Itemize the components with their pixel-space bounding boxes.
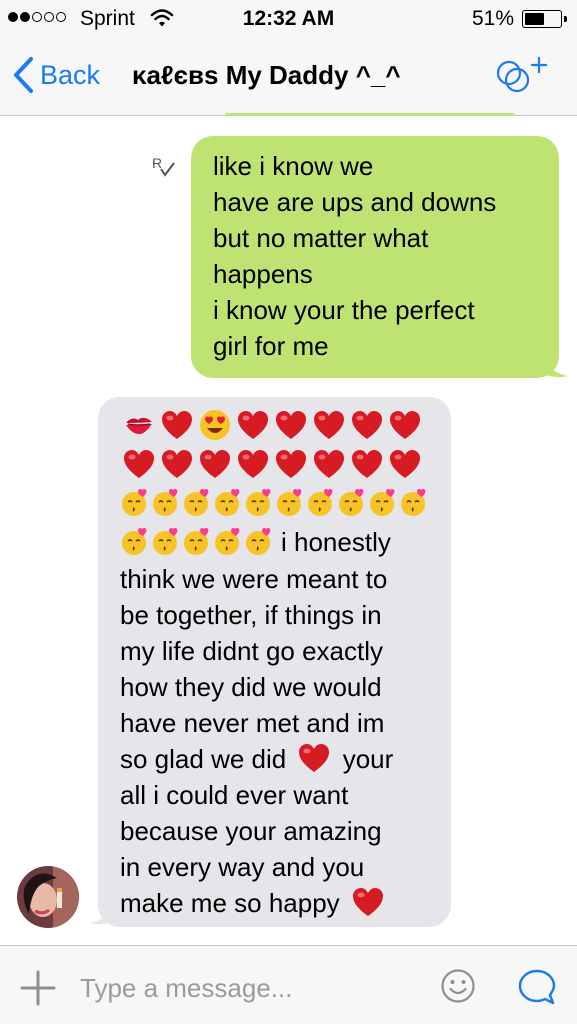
heart-emoji-icon	[299, 744, 330, 773]
message-text-line: but no matter what	[213, 223, 429, 253]
heart-emoji-icon	[348, 405, 386, 444]
heart-emoji-icon	[120, 444, 158, 483]
plus-icon[interactable]	[20, 970, 56, 1006]
kissing-heart-emoji-icon	[244, 522, 275, 561]
message-text-line: think we were meant to	[120, 564, 388, 594]
kissing-heart-emoji-icon	[182, 522, 213, 561]
signal-strength-icon	[8, 12, 66, 22]
message-input[interactable]	[80, 970, 420, 1006]
back-label: Back	[40, 59, 101, 90]
message-input-bar	[0, 945, 577, 1024]
message-text-fragment: make me so happy	[120, 888, 340, 919]
incoming-bubble-tail	[90, 903, 114, 925]
conversation-title: κaℓєвs My Daddy ^_^	[132, 60, 401, 90]
heart-emoji-icon	[272, 405, 310, 444]
read-receipt-icon: R	[152, 155, 175, 177]
contact-avatar[interactable]	[17, 866, 79, 928]
message-text-line: like i know we	[213, 151, 374, 181]
kissing-heart-emoji-icon	[120, 483, 151, 522]
emoji-row	[120, 444, 451, 483]
message-text-line: i honestly	[281, 526, 391, 557]
incoming-message-bubble: i honestly think we were meant to be tog…	[98, 397, 451, 927]
message-text-line: girl for me	[213, 331, 329, 361]
kissing-heart-emoji-icon	[120, 522, 151, 561]
heart-emoji-icon	[272, 444, 310, 483]
chevron-left-icon	[14, 57, 33, 93]
kissing-heart-emoji-icon	[151, 522, 182, 561]
previous-message-edge	[225, 113, 515, 116]
kissing-heart-emoji-icon	[275, 483, 306, 522]
navigation-bar: Back κaℓєвs My Daddy ^_^	[0, 38, 577, 116]
heart-emoji-icon	[386, 444, 424, 483]
battery-percentage: 51%	[472, 7, 515, 30]
message-text-fragment: your	[342, 744, 394, 774]
emoji-row: i honestly	[120, 522, 451, 561]
back-button[interactable]: Back	[12, 56, 100, 94]
battery-icon	[522, 10, 567, 28]
heart-emoji-icon	[158, 444, 196, 483]
message-text-line: i know your the perfect	[213, 295, 475, 325]
kissing-heart-emoji-icon	[368, 483, 399, 522]
send-icon[interactable]	[517, 968, 557, 1006]
heart-emoji-icon	[348, 444, 386, 483]
kissing-heart-emoji-icon	[306, 483, 337, 522]
message-text-line: happens	[213, 259, 313, 289]
carrier-name: Sprint	[80, 7, 135, 30]
heart-emoji-icon	[234, 405, 272, 444]
svg-text:R: R	[152, 155, 162, 171]
emoji-row	[120, 405, 451, 444]
emoji-row	[120, 483, 451, 522]
outgoing-message-bubble: like i know we have are ups and downs bu…	[191, 136, 559, 378]
kissing-heart-emoji-icon	[213, 522, 244, 561]
heart-emoji-icon	[352, 888, 383, 917]
heart-eyes-emoji-icon	[196, 405, 234, 444]
status-bar: Sprint 12:32 AM 51%	[0, 0, 577, 38]
heart-emoji-icon	[234, 444, 272, 483]
heart-emoji-icon	[310, 444, 348, 483]
heart-emoji-icon	[310, 405, 348, 444]
kissing-heart-emoji-icon	[399, 483, 430, 522]
heart-emoji-icon	[196, 444, 234, 483]
message-text-line: so glad we did your	[120, 741, 451, 777]
kissing-heart-emoji-icon	[151, 483, 182, 522]
message-text-line: all i could ever want	[120, 780, 349, 811]
message-text-line: my life didnt go exactly	[120, 636, 384, 666]
kissing-heart-emoji-icon	[337, 483, 368, 522]
heart-emoji-icon	[158, 405, 196, 444]
message-text-line: have are ups and downs	[213, 187, 497, 217]
kissing-heart-emoji-icon	[244, 483, 275, 522]
wifi-icon	[150, 9, 174, 27]
message-text-line: have never met and im	[120, 708, 385, 738]
message-text-line: how they did we would	[120, 672, 382, 702]
message-text-fragment: so glad we did	[120, 744, 287, 774]
kissing-heart-emoji-icon	[213, 483, 244, 522]
message-text-line: be together, if things in	[120, 600, 382, 630]
emoji-icon[interactable]	[440, 968, 476, 1004]
kissing-heart-emoji-icon	[182, 483, 213, 522]
message-text-line: in every way and you	[120, 852, 365, 883]
add-participant-icon[interactable]	[493, 56, 549, 96]
message-text-line: make me so happy	[120, 885, 451, 921]
heart-emoji-icon	[386, 405, 424, 444]
message-text-line: because your amazing	[120, 816, 382, 847]
kiss-mark-emoji-icon	[120, 405, 158, 444]
outgoing-bubble-tail	[544, 356, 568, 378]
